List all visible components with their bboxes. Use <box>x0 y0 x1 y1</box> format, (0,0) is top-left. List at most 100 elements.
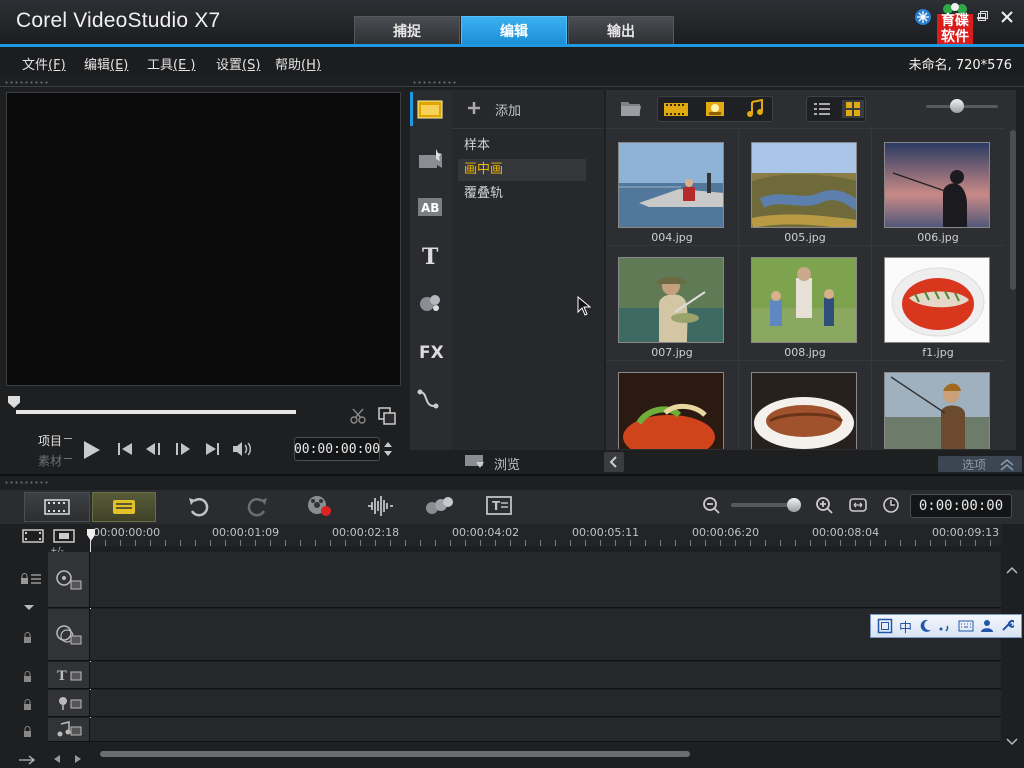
thumbnail-size-handle[interactable] <box>950 99 964 113</box>
tab-share[interactable]: 输出 <box>568 16 674 45</box>
filter-icon[interactable]: FX <box>416 338 444 364</box>
next-frame-button[interactable] <box>172 441 194 461</box>
list-view-icon[interactable] <box>813 101 831 121</box>
scroll-down-icon[interactable] <box>1006 732 1018 751</box>
media-thumbnail[interactable] <box>751 257 857 343</box>
chevron-down-icon[interactable] <box>23 597 35 616</box>
lock-icon[interactable] <box>23 668 33 687</box>
timeline-horizontal-scrollbar[interactable] <box>100 751 690 757</box>
photo-filter-icon[interactable] <box>704 100 726 122</box>
chapter-point-icon[interactable] <box>53 528 77 548</box>
play-button[interactable] <box>78 438 104 462</box>
title-track-header[interactable]: T <box>48 662 90 689</box>
media-thumbnail[interactable] <box>618 257 724 343</box>
playhead-marker[interactable] <box>86 527 96 546</box>
lock-icon[interactable] <box>23 696 33 715</box>
add-folder-icon[interactable] <box>466 100 482 120</box>
options-button[interactable]: 选项 <box>962 456 986 473</box>
media-thumbnail[interactable] <box>751 142 857 228</box>
close-icon[interactable] <box>1001 9 1013 27</box>
zoom-out-icon[interactable] <box>702 496 720 518</box>
keyboard-icon[interactable] <box>958 619 974 633</box>
media-thumbnail[interactable] <box>884 257 990 343</box>
browse-button[interactable]: 浏览 <box>494 454 520 473</box>
lock-icon[interactable] <box>23 723 33 742</box>
wrench-icon[interactable] <box>1000 619 1015 633</box>
media-thumbnail[interactable] <box>618 372 724 449</box>
lock-icon[interactable] <box>20 570 42 589</box>
media-thumbnail[interactable] <box>618 142 724 228</box>
title-icon[interactable]: T <box>416 242 444 268</box>
ripple-edit-icon[interactable] <box>18 750 40 768</box>
timeline-view-button[interactable] <box>92 492 156 522</box>
record-capture-icon[interactable] <box>306 494 334 522</box>
scissors-icon[interactable] <box>349 407 367 429</box>
video-filter-icon[interactable] <box>662 100 690 122</box>
scroll-left-icon[interactable] <box>52 749 62 768</box>
enlarge-icon[interactable] <box>377 406 397 430</box>
clip-mode-label[interactable]: 素材 <box>38 452 62 469</box>
player-timecode[interactable]: 00:00:00:00 <box>294 437 380 461</box>
scroll-up-icon[interactable] <box>1006 560 1018 579</box>
scrubber-track[interactable] <box>16 410 296 414</box>
previous-frame-button[interactable] <box>144 441 166 461</box>
project-mode-label[interactable]: 项目 <box>38 432 62 449</box>
timecode-spinner[interactable] <box>382 437 394 465</box>
thumbnail-view-icon[interactable] <box>842 100 864 118</box>
media-thumbnail[interactable] <box>884 372 990 449</box>
video-track-header[interactable] <box>48 552 90 608</box>
video-track[interactable] <box>48 552 1001 608</box>
folder-item-sample[interactable]: 样本 <box>458 135 586 157</box>
menu-help[interactable]: 帮助(H) <box>275 54 321 73</box>
grid-scrollbar[interactable] <box>1010 130 1016 290</box>
music-track[interactable] <box>48 718 1001 742</box>
folder-icon[interactable] <box>620 99 642 121</box>
add-folder-button[interactable]: 添加 <box>495 100 521 119</box>
menu-edit[interactable]: 编辑(E) <box>84 54 128 73</box>
duration-clock-icon[interactable] <box>882 496 900 518</box>
media-icon[interactable] <box>416 96 444 122</box>
restore-icon[interactable] <box>977 8 989 26</box>
user-icon[interactable] <box>980 619 994 633</box>
menu-file[interactable]: 文件(F) <box>22 54 66 73</box>
voice-track-header[interactable] <box>48 690 90 717</box>
auto-music-icon[interactable] <box>424 494 454 522</box>
timeline-timecode[interactable]: 0:00:00:00 <box>910 494 1012 518</box>
sound-mixer-icon[interactable] <box>366 494 394 522</box>
ime-mode-label[interactable]: 中 <box>899 617 912 636</box>
media-thumbnail[interactable] <box>884 142 990 228</box>
snowflake-icon[interactable] <box>914 8 932 30</box>
music-track-header[interactable] <box>48 718 90 742</box>
zoom-slider-handle[interactable] <box>787 498 801 512</box>
title-track[interactable] <box>48 662 1001 689</box>
redo-icon[interactable] <box>246 495 270 523</box>
ime-toolbar[interactable]: 中 <box>870 614 1022 638</box>
tab-edit[interactable]: 编辑 <box>461 16 567 45</box>
track-manager-icon[interactable] <box>22 528 46 548</box>
preview-window[interactable] <box>6 92 401 386</box>
overlay-track[interactable] <box>48 609 1001 661</box>
collapse-library-button[interactable] <box>604 452 624 472</box>
punctuation-icon[interactable] <box>938 619 952 633</box>
menu-tools[interactable]: 工具(E ) <box>147 54 196 73</box>
moon-icon[interactable] <box>918 619 932 633</box>
undo-icon[interactable] <box>186 495 210 523</box>
voice-track[interactable] <box>48 690 1001 717</box>
subtitle-icon[interactable]: T <box>486 495 512 521</box>
lock-icon[interactable] <box>23 629 33 648</box>
volume-icon[interactable] <box>231 440 253 462</box>
media-thumbnail[interactable] <box>751 372 857 449</box>
music-filter-icon[interactable] <box>744 98 766 123</box>
storyboard-view-button[interactable] <box>24 492 90 522</box>
fit-project-icon[interactable] <box>848 496 868 518</box>
transition-icon[interactable]: AB <box>416 194 444 220</box>
folder-item-overlay[interactable]: 覆叠轨 <box>458 183 586 205</box>
home-button[interactable] <box>116 441 134 461</box>
drag-handle[interactable] <box>4 480 50 486</box>
ime-menu-icon[interactable] <box>877 618 893 634</box>
tab-capture[interactable]: 捕捉 <box>354 16 460 45</box>
graphic-icon[interactable] <box>416 290 444 316</box>
folder-item-pip[interactable]: 画中画 <box>458 159 586 181</box>
scrubber-handle[interactable] <box>8 396 20 408</box>
overlay-track-header[interactable] <box>48 609 90 661</box>
